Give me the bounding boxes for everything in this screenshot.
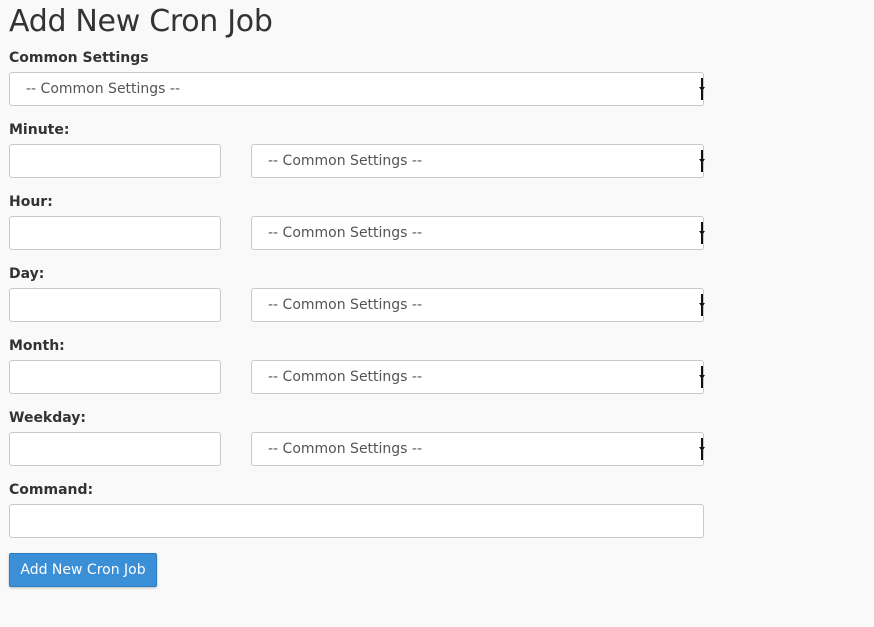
weekday-select[interactable]: -- Common Settings --	[251, 432, 705, 466]
month-input[interactable]	[9, 360, 221, 394]
weekday-label: Weekday:	[9, 410, 87, 426]
chevron-down-icon	[699, 438, 705, 460]
command-label: Command:	[9, 482, 94, 498]
chevron-down-icon	[699, 366, 705, 388]
common-settings-select[interactable]: -- Common Settings --	[9, 72, 705, 106]
day-input[interactable]	[9, 288, 221, 322]
minute-select-value: -- Common Settings --	[268, 153, 423, 169]
command-input[interactable]	[9, 504, 704, 538]
minute-input[interactable]	[9, 144, 221, 178]
common-settings-select-value: -- Common Settings --	[26, 81, 181, 97]
month-select-value: -- Common Settings --	[268, 369, 423, 385]
hour-select[interactable]: -- Common Settings --	[251, 216, 705, 250]
chevron-down-icon	[699, 222, 705, 244]
hour-input[interactable]	[9, 216, 221, 250]
chevron-down-icon	[699, 150, 705, 172]
month-select[interactable]: -- Common Settings --	[251, 360, 705, 394]
hour-select-value: -- Common Settings --	[268, 225, 423, 241]
day-select-value: -- Common Settings --	[268, 297, 423, 313]
chevron-down-icon	[699, 294, 705, 316]
weekday-select-value: -- Common Settings --	[268, 441, 423, 457]
day-select[interactable]: -- Common Settings --	[251, 288, 705, 322]
chevron-down-icon	[699, 78, 705, 100]
minute-select[interactable]: -- Common Settings --	[251, 144, 705, 178]
day-label: Day:	[9, 266, 45, 282]
page-title: Add New Cron Job	[9, 4, 273, 39]
add-new-cron-job-button[interactable]: Add New Cron Job	[9, 553, 157, 587]
weekday-input[interactable]	[9, 432, 221, 466]
hour-label: Hour:	[9, 194, 53, 210]
minute-label: Minute:	[9, 122, 70, 138]
common-settings-label: Common Settings	[9, 50, 149, 66]
month-label: Month:	[9, 338, 65, 354]
